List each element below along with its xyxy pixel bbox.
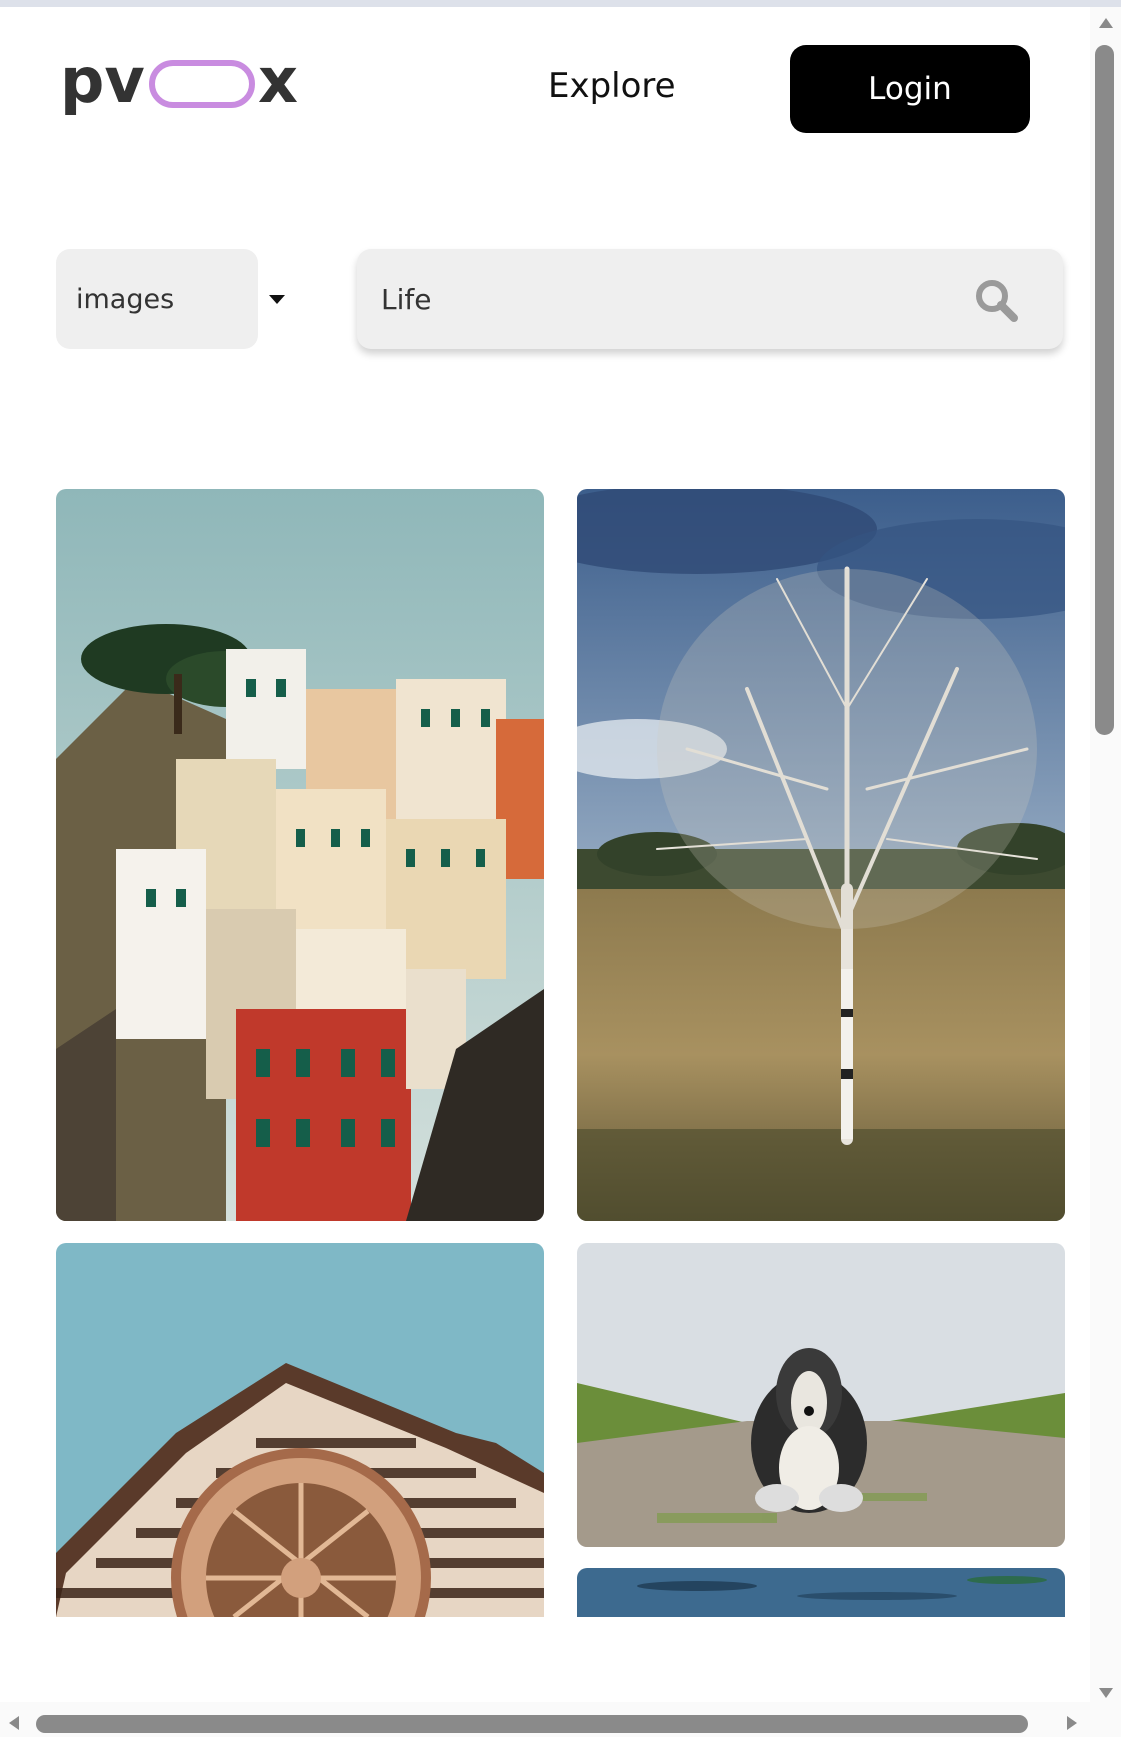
nav-explore-link[interactable]: Explore <box>548 66 676 106</box>
pvox-logo[interactable]: pv x <box>60 50 310 130</box>
logo-text-left: pv <box>60 50 145 117</box>
result-image-church-facade[interactable] <box>56 1243 544 1617</box>
cliffside-village-photo <box>56 489 544 1221</box>
search-type-dropdown[interactable]: images <box>56 249 285 349</box>
search-type-selected: images <box>76 283 175 315</box>
scroll-up-arrow-icon[interactable] <box>1098 17 1114 29</box>
search-input[interactable] <box>379 275 943 323</box>
horizontal-scroll-thumb[interactable] <box>36 1715 1028 1733</box>
scroll-right-arrow-icon[interactable] <box>1066 1715 1078 1731</box>
result-image-sheepdog[interactable] <box>577 1243 1065 1547</box>
result-image-cliffside-village[interactable] <box>56 489 544 1221</box>
result-image-birch-tree[interactable] <box>577 489 1065 1221</box>
scroll-down-arrow-icon[interactable] <box>1098 1687 1114 1699</box>
search-icon[interactable] <box>973 277 1019 323</box>
login-button[interactable]: Login <box>790 45 1030 133</box>
vertical-scrollbar[interactable] <box>1090 7 1121 1702</box>
church-rose-window-photo <box>56 1243 544 1617</box>
scroll-left-arrow-icon[interactable] <box>8 1715 20 1731</box>
browser-top-border <box>0 0 1121 7</box>
result-image-water[interactable] <box>577 1568 1065 1617</box>
water-surface-photo <box>577 1568 1065 1617</box>
logo-text-right: x <box>258 50 298 117</box>
birch-tree-field-photo <box>577 489 1065 1221</box>
search-bar <box>357 249 1063 349</box>
vertical-scroll-thumb[interactable] <box>1095 45 1114 735</box>
chevron-down-icon <box>269 295 285 304</box>
horizontal-scrollbar[interactable] <box>0 1702 1121 1737</box>
sheepdog-on-path-photo <box>577 1243 1065 1547</box>
logo-pill-o <box>149 60 255 108</box>
